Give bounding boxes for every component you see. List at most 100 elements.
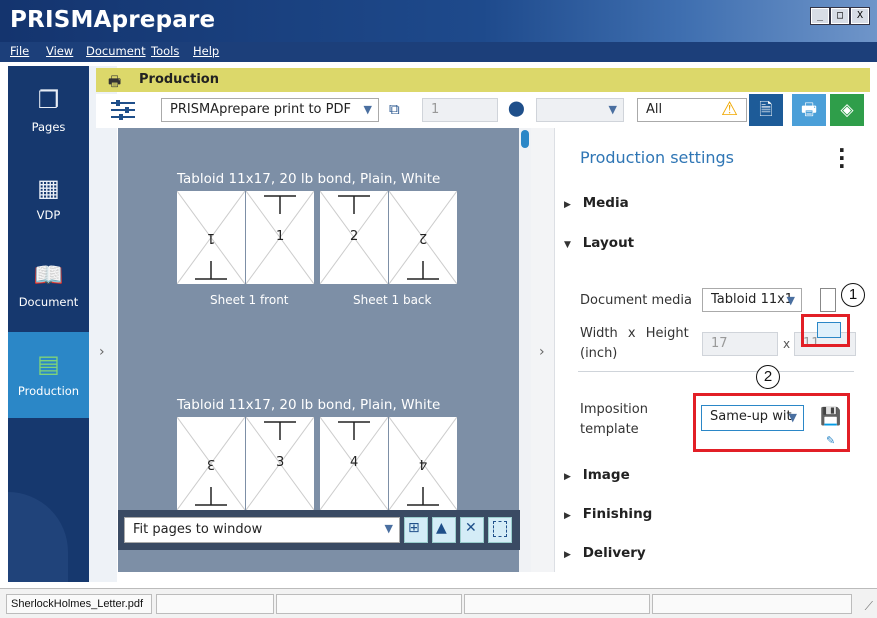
document-media-value: Tabloid 11x1 bbox=[711, 292, 794, 307]
sidebar-item-label: Pages bbox=[31, 120, 66, 134]
minimize-button[interactable]: _ bbox=[810, 7, 830, 25]
printer-select[interactable]: PRISMAprepare print to PDF ▼ bbox=[161, 98, 379, 122]
width-height-label: Width x Height bbox=[580, 324, 689, 344]
chevron-down-icon: ▼ bbox=[363, 103, 372, 116]
section-label: Media bbox=[582, 195, 629, 211]
zoom-fit-select[interactable]: Fit pages to window ▼ bbox=[124, 517, 400, 543]
sidebar-item-pages[interactable]: ❐ Pages bbox=[8, 68, 89, 154]
sidebar-item-vdp[interactable]: ▦ VDP bbox=[8, 156, 89, 242]
page-thumbnail[interactable]: 2 bbox=[389, 191, 457, 284]
print-button[interactable]: 🖶 bbox=[792, 94, 826, 126]
width-input[interactable]: 17 bbox=[702, 332, 778, 356]
page-number: 2 bbox=[419, 230, 428, 245]
settings-sliders-icon[interactable] bbox=[110, 98, 136, 122]
sidebar-item-label: Document bbox=[18, 295, 79, 309]
imposition-preview[interactable]: Tabloid 11x17, 20 lb bond, Plain, White … bbox=[118, 128, 520, 572]
copies-input[interactable]: 1 bbox=[422, 98, 498, 122]
book-icon: 📖 bbox=[33, 261, 64, 289]
printer-stack-icon: ▤ bbox=[37, 350, 60, 378]
ruler-icon: ⊞ bbox=[408, 520, 420, 536]
section-finishing[interactable]: ▶ Finishing bbox=[564, 506, 652, 522]
width-label: Width bbox=[580, 326, 618, 341]
sheet-side-label: Sheet 1 front bbox=[210, 293, 289, 307]
page-thumbnail[interactable]: 3 bbox=[246, 417, 314, 510]
production-title: Production bbox=[139, 72, 219, 87]
page-number: 2 bbox=[350, 229, 359, 244]
document-media-select[interactable]: Tabloid 11x1 ▼ bbox=[702, 288, 802, 312]
frame-icon bbox=[493, 521, 507, 537]
location-pin-icon: ⬤ bbox=[508, 99, 525, 117]
menu-help[interactable]: Help bbox=[193, 44, 219, 58]
section-media[interactable]: ▶ Media bbox=[564, 195, 629, 211]
printer-select-value: PRISMAprepare print to PDF bbox=[170, 102, 351, 117]
split-icon: ✕ bbox=[465, 520, 477, 536]
submit-job-button[interactable]: ◈ bbox=[830, 94, 864, 126]
page-thumbnail[interactable]: 1 bbox=[246, 191, 314, 284]
section-delivery[interactable]: ▶ Delivery bbox=[564, 545, 646, 561]
printer-icon: 🖶 bbox=[108, 74, 122, 90]
page-frame-button[interactable] bbox=[488, 517, 512, 543]
chevron-down-icon: ▼ bbox=[786, 294, 795, 307]
menu-view[interactable]: View bbox=[46, 44, 73, 58]
section-layout[interactable]: ▼ Layout bbox=[564, 235, 634, 251]
preview-scrollbar[interactable] bbox=[519, 128, 531, 572]
scrollbar-thumb[interactable] bbox=[521, 130, 529, 148]
highlight-box-orientation bbox=[801, 314, 850, 347]
document-button[interactable]: 🗎 bbox=[749, 94, 783, 126]
expand-triangle-icon: ▶ bbox=[564, 200, 571, 210]
title-bar: PRISMAprepare _ □ X bbox=[0, 0, 877, 42]
more-options-icon[interactable]: · · · bbox=[838, 140, 846, 176]
x-separator: x bbox=[627, 326, 636, 341]
warning-icon[interactable]: ⚠ bbox=[721, 98, 738, 120]
brand-watermark bbox=[8, 492, 68, 582]
middle-collapse-strip[interactable]: › bbox=[531, 128, 555, 572]
sheet-title: Tabloid 11x17, 20 lb bond, Plain, White bbox=[177, 397, 441, 413]
collapse-triangle-icon: ▼ bbox=[564, 240, 571, 250]
document-media-label: Document media bbox=[580, 293, 692, 308]
spread-view-button[interactable]: ✕ bbox=[460, 517, 484, 543]
status-cell bbox=[276, 594, 462, 614]
printer-icon: 🖶 bbox=[800, 100, 818, 120]
unit-label: (inch) bbox=[580, 346, 618, 361]
maximize-button[interactable]: □ bbox=[830, 7, 850, 25]
status-cell bbox=[464, 594, 650, 614]
menu-file[interactable]: File bbox=[10, 44, 29, 58]
imposition-label: Imposition bbox=[580, 402, 648, 417]
close-button[interactable]: X bbox=[850, 7, 870, 25]
page-thumbnail[interactable]: 4 bbox=[389, 417, 457, 510]
status-cell bbox=[652, 594, 852, 614]
copies-icon: ⧉ bbox=[389, 100, 400, 118]
callout-1: 1 bbox=[841, 283, 865, 307]
menu-tools[interactable]: Tools bbox=[151, 44, 179, 58]
sidebar-item-document[interactable]: 📖 Document bbox=[8, 243, 89, 329]
vdp-icon: ▦ bbox=[37, 174, 60, 202]
page-thumbnail[interactable]: 4 bbox=[320, 417, 388, 510]
menu-document[interactable]: Document bbox=[86, 44, 146, 58]
menu-bar: File View Document Tools Help bbox=[0, 42, 877, 62]
image-view-button[interactable]: ▲ bbox=[432, 517, 456, 543]
section-image[interactable]: ▶ Image bbox=[564, 467, 630, 483]
page-thumbnail[interactable]: 1 bbox=[177, 191, 245, 284]
imposition-label: template bbox=[580, 422, 639, 437]
page-number: 3 bbox=[276, 455, 285, 470]
chevron-down-icon: ▼ bbox=[384, 522, 393, 535]
page-thumbnail[interactable]: 2 bbox=[320, 191, 388, 284]
page-number: 3 bbox=[207, 456, 216, 471]
sheet-side-label: Sheet 1 back bbox=[353, 293, 432, 307]
chevron-right-icon[interactable]: › bbox=[99, 344, 105, 360]
ruler-button[interactable]: ⊞ bbox=[404, 517, 428, 543]
copies-value: 1 bbox=[431, 102, 440, 117]
left-collapse-strip[interactable]: › bbox=[89, 66, 117, 582]
page-thumbnail[interactable]: 3 bbox=[177, 417, 245, 510]
document-icon: 🗎 bbox=[759, 100, 773, 120]
status-cell bbox=[156, 594, 274, 614]
location-select[interactable]: ▼ bbox=[536, 98, 624, 122]
chevron-right-icon[interactable]: › bbox=[539, 344, 545, 360]
app-title: PRISMAprepare bbox=[10, 7, 216, 33]
settings-title: Production settings bbox=[580, 148, 735, 167]
page-number: 1 bbox=[276, 229, 285, 244]
sidebar-item-production[interactable]: ▤ Production bbox=[8, 332, 89, 418]
expand-triangle-icon: ▶ bbox=[564, 472, 571, 482]
resize-grip-icon[interactable]: ⟋ bbox=[865, 599, 873, 614]
portrait-orientation-icon[interactable] bbox=[820, 288, 836, 312]
